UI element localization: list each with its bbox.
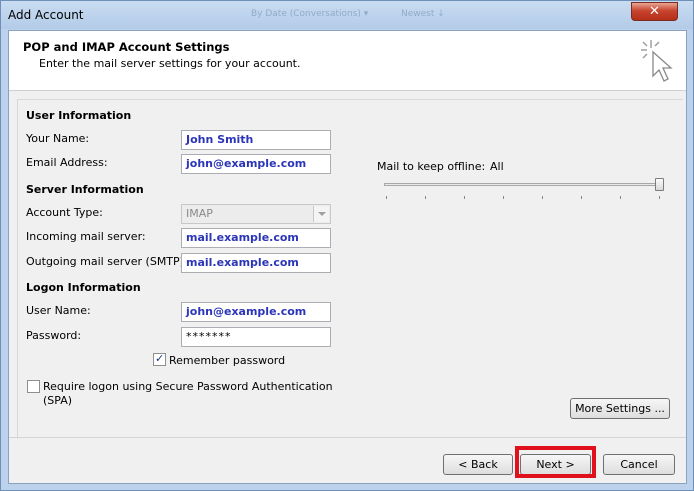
slider-tick [464,196,465,199]
background-sort-text: By Date (Conversations) ▾ [251,9,369,19]
chevron-down-icon [313,206,329,222]
slider-tick [425,196,426,199]
user-name-label: User Name: [26,304,91,317]
offline-slider-track[interactable] [384,183,664,186]
dialog-header: POP and IMAP Account Settings Enter the … [9,31,686,91]
title-bar: Add Account By Date (Conversations) ▾ Ne… [1,1,693,29]
dialog-body: POP and IMAP Account Settings Enter the … [8,30,687,484]
your-name-field[interactable]: John Smith [181,130,331,150]
offline-label: Mail to keep offline: [377,160,486,173]
slider-tick [386,196,387,199]
email-address-field[interactable]: john@example.com [181,154,331,174]
slider-tick [620,196,621,199]
password-field[interactable]: ******* [181,327,331,347]
spa-checkbox[interactable] [27,380,40,393]
add-account-window: Add Account By Date (Conversations) ▾ Ne… [0,0,694,491]
offline-value: All [490,160,504,173]
checkmark-icon: ✓ [155,352,165,365]
your-name-label: Your Name: [26,132,90,145]
remember-password-checkbox[interactable]: ✓ [153,352,166,366]
cursor-sparkle-icon [641,40,673,82]
account-type-value: IMAP [186,207,213,220]
password-label: Password: [26,329,82,342]
user-name-field[interactable]: john@example.com [181,302,331,322]
logon-info-heading: Logon Information [26,281,141,294]
page-subtitle: Enter the mail server settings for your … [39,57,301,70]
slider-tick [542,196,543,199]
cancel-button[interactable]: Cancel [603,454,675,475]
incoming-server-label: Incoming mail server: [26,230,146,243]
close-icon: ✕ [649,4,660,19]
slider-tick [659,196,660,199]
remember-password-label: Remember password [169,354,286,367]
back-button[interactable]: < Back [443,454,513,475]
email-address-label: Email Address: [26,156,108,169]
spa-label: Require logon using Secure Password Auth… [43,380,333,407]
close-button[interactable]: ✕ [631,2,678,21]
slider-tick [581,196,582,199]
slider-tick [503,196,504,199]
window-title: Add Account [8,8,84,22]
outgoing-server-field[interactable]: mail.example.com [181,253,331,273]
offline-slider-thumb[interactable] [655,178,664,191]
user-info-heading: User Information [26,109,132,122]
footer-divider [9,437,686,438]
server-info-heading: Server Information [26,183,144,196]
outgoing-server-label: Outgoing mail server (SMTP): [26,255,188,268]
account-type-label: Account Type: [26,206,103,219]
next-button-highlight [515,446,596,478]
incoming-server-field[interactable]: mail.example.com [181,228,331,248]
more-settings-button[interactable]: More Settings ... [570,398,670,419]
page-title: POP and IMAP Account Settings [23,40,230,54]
account-type-select: IMAP [181,204,331,224]
background-order-text: Newest ↓ [401,9,445,19]
